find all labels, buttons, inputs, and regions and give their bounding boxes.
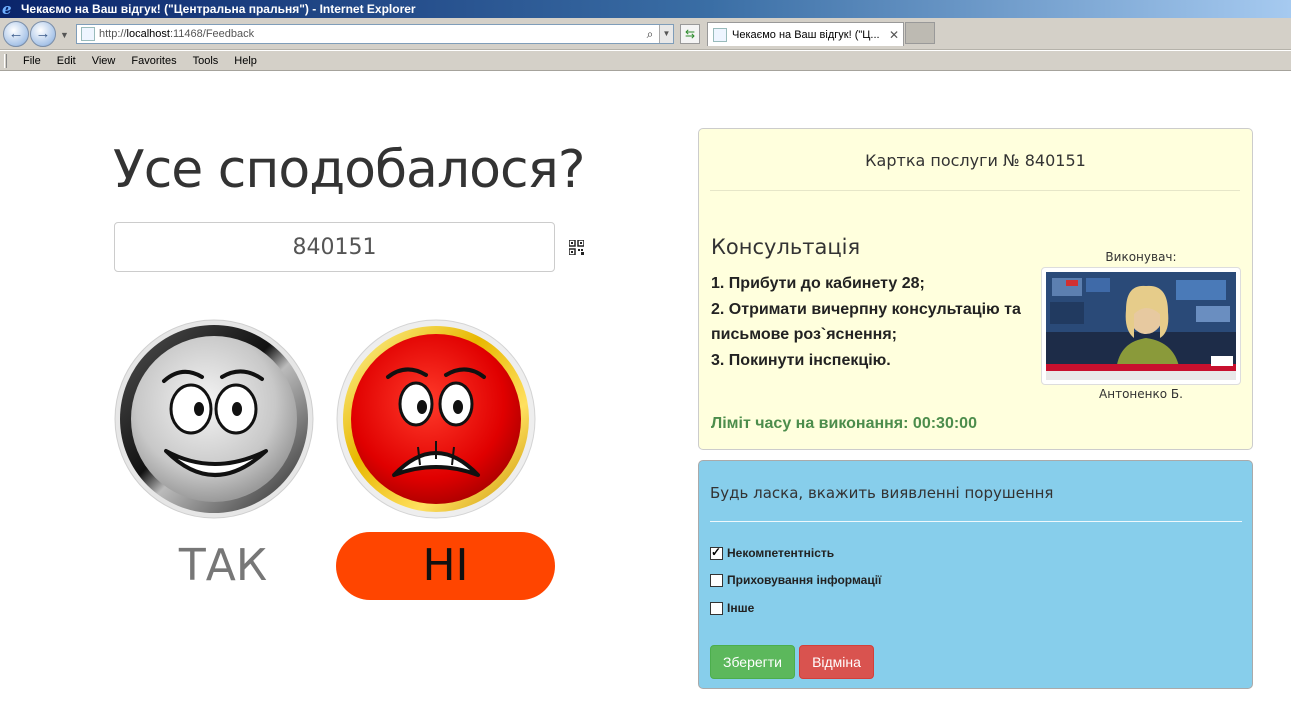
- tab-page-icon: [713, 27, 727, 42]
- refresh-button[interactable]: ⇆: [680, 24, 700, 44]
- ticket-number-input[interactable]: [114, 222, 555, 272]
- page-icon: [81, 27, 95, 41]
- menu-help[interactable]: Help: [226, 55, 265, 67]
- menu-edit[interactable]: Edit: [49, 55, 84, 67]
- navigation-bar: ← → ▼ http://localhost:11468/Feedback ⌕ …: [0, 18, 1291, 50]
- step-item: 1. Прибути до кабинету 28;: [711, 275, 925, 292]
- menu-view[interactable]: View: [84, 55, 124, 67]
- window-title: Чекаємо на Ваш відгук! ("Центральна прал…: [21, 2, 416, 16]
- qr-code-icon[interactable]: [569, 240, 584, 255]
- tab-title: Чекаємо на Ваш відгук! ("Ц...: [732, 28, 880, 41]
- cancel-button[interactable]: Відміна: [799, 645, 874, 679]
- internet-explorer-icon: e: [2, 0, 12, 18]
- menu-grip: [4, 53, 7, 68]
- checkbox-label: Інше: [727, 601, 755, 615]
- recent-pages-dropdown-icon[interactable]: ▼: [60, 30, 69, 40]
- step-item: 2. Отримати вичерпну консультацію та пис…: [711, 300, 1021, 344]
- menu-file[interactable]: File: [15, 55, 49, 67]
- checkbox[interactable]: [710, 573, 723, 587]
- checkbox-label: Некомпетентність: [727, 546, 835, 560]
- service-card-title: Картка послуги № 840151: [865, 151, 1086, 170]
- menu-tools[interactable]: Tools: [185, 55, 227, 67]
- checkbox-label: Приховування інформації: [727, 573, 882, 587]
- checkbox[interactable]: [710, 601, 723, 615]
- performer-name: Антоненко Б.: [1099, 387, 1183, 401]
- service-name: Консультація: [711, 235, 861, 259]
- divider: [710, 190, 1240, 191]
- search-icon[interactable]: ⌕: [641, 27, 659, 42]
- violation-incompetence[interactable]: Некомпетентність: [710, 545, 835, 560]
- tab-close-icon[interactable]: ✕: [889, 28, 903, 42]
- yes-button[interactable]: ТАК: [114, 532, 332, 600]
- performer-photo: [1041, 267, 1241, 385]
- violations-panel: Будь ласка, вкажить виявленні порушення …: [698, 460, 1253, 689]
- time-limit: Ліміт часу на виконання: 00:30:00: [711, 415, 977, 432]
- divider: [710, 521, 1242, 522]
- back-button[interactable]: ←: [3, 21, 29, 47]
- service-steps: 1. Прибути до кабинету 28; 2. Отримати в…: [711, 271, 1031, 373]
- forward-button[interactable]: →: [30, 21, 56, 47]
- sad-smiley-button[interactable]: [336, 319, 536, 519]
- address-url[interactable]: http://localhost:11468/Feedback: [99, 28, 641, 40]
- checkbox-checked[interactable]: [710, 545, 723, 560]
- menu-favorites[interactable]: Favorites: [123, 55, 184, 67]
- no-button[interactable]: НІ: [336, 532, 555, 600]
- new-tab-button[interactable]: [905, 22, 935, 44]
- browser-tab[interactable]: Чекаємо на Ваш відгук! ("Ц... ✕: [707, 22, 904, 46]
- address-dropdown-icon[interactable]: ▼: [659, 25, 673, 43]
- performer-photo-image: [1046, 272, 1236, 380]
- performer-label: Виконувач:: [1105, 250, 1177, 264]
- address-bar[interactable]: http://localhost:11468/Feedback ⌕ ▼: [76, 24, 674, 44]
- step-item: 3. Покинути інспекцію.: [711, 351, 891, 369]
- violation-hiding-info[interactable]: Приховування інформації: [710, 573, 881, 587]
- save-button[interactable]: Зберегти: [710, 645, 795, 679]
- happy-smiley-button[interactable]: [114, 319, 314, 519]
- violation-other[interactable]: Інше: [710, 601, 754, 615]
- window-titlebar: e Чекаємо на Ваш відгук! ("Центральна пр…: [0, 0, 1291, 18]
- violations-title: Будь ласка, вкажить виявленні порушення: [710, 484, 1054, 502]
- menu-bar: File Edit View Favorites Tools Help: [0, 51, 1291, 71]
- feedback-question: Усе сподобалося?: [113, 140, 585, 200]
- service-card: Картка послуги № 840151 Консультація 1. …: [698, 128, 1253, 450]
